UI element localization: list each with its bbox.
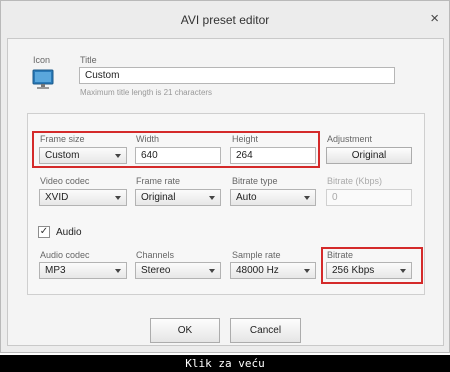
audio-label: Audio [56, 227, 82, 238]
video-codec-select[interactable]: XVID [39, 189, 127, 206]
sample-rate-label: Sample rate [232, 250, 281, 260]
channels-label: Channels [136, 250, 175, 260]
bitrate-kbps-label: Bitrate (Kbps) [327, 176, 383, 186]
dialog-title: AVI preset editor [180, 13, 270, 27]
chevron-down-icon [304, 269, 310, 273]
channels-select[interactable]: Stereo [135, 262, 221, 279]
title-bar: AVI preset editor × [1, 1, 449, 37]
frame-rate-select[interactable]: Original [135, 189, 221, 206]
video-codec-label: Video codec [40, 176, 90, 186]
click-to-enlarge-caption[interactable]: Klik za veću [0, 355, 450, 372]
bitrate-type-select[interactable]: Auto [230, 189, 316, 206]
bitrate-highlight [321, 247, 423, 284]
bitrate-type-value: Auto [236, 192, 257, 203]
chevron-down-icon [115, 196, 121, 200]
adjustment-original-button[interactable]: Original [326, 147, 412, 164]
channels-value: Stereo [141, 265, 171, 276]
bitrate-kbps-input[interactable]: 0 [326, 189, 412, 206]
title-label: Title [80, 55, 97, 65]
chevron-down-icon [209, 196, 215, 200]
audio-codec-select[interactable]: MP3 [39, 262, 127, 279]
sample-rate-select[interactable]: 48000 Hz [230, 262, 316, 279]
chevron-down-icon [115, 269, 121, 273]
frame-size-highlight [32, 131, 320, 168]
icon-label: Icon [33, 55, 51, 65]
chevron-down-icon [304, 196, 310, 200]
bitrate-type-label: Bitrate type [232, 176, 278, 186]
close-icon[interactable]: × [430, 10, 439, 27]
cancel-button[interactable]: Cancel [230, 318, 301, 343]
audio-checkbox[interactable]: ✓ [38, 226, 50, 238]
audio-codec-value: MP3 [45, 265, 66, 276]
sample-rate-value: 48000 Hz [236, 265, 279, 276]
title-hint: Maximum title length is 21 characters [80, 88, 213, 97]
frame-rate-value: Original [141, 192, 176, 203]
chevron-down-icon [209, 269, 215, 273]
video-codec-value: XVID [45, 192, 69, 203]
adjustment-label: Adjustment [327, 134, 373, 144]
frame-rate-label: Frame rate [136, 176, 181, 186]
title-input[interactable]: Custom [79, 67, 395, 84]
monitor-icon[interactable] [32, 68, 54, 90]
audio-codec-label: Audio codec [40, 250, 90, 260]
ok-button[interactable]: OK [150, 318, 220, 343]
